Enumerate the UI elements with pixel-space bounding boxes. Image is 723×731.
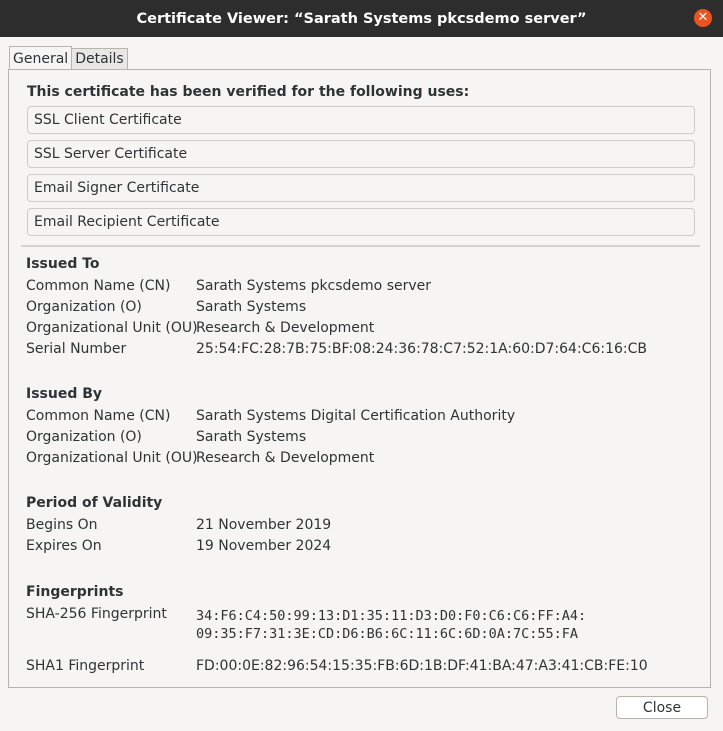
- field-label: Organizational Unit (OU): [26, 320, 198, 336]
- verified-heading: This certificate has been verified for t…: [27, 84, 470, 100]
- field-label: Common Name (CN): [26, 408, 171, 424]
- field-label: SHA1 Fingerprint: [26, 658, 145, 674]
- field-value: 21 November 2019: [196, 517, 332, 533]
- field-label: Expires On: [26, 538, 102, 554]
- sha1-row: SHA1 Fingerprint FD:00:0E:82:96:54:15:35…: [26, 656, 706, 677]
- title-bar: Certificate Viewer: “Sarath Systems pkcs…: [0, 0, 723, 37]
- issued-to-o-row: Organization (O) Sarath Systems: [26, 297, 706, 318]
- fingerprints-heading: Fingerprints: [26, 584, 124, 600]
- serial-number-row: Serial Number 25:54:FC:28:7B:75:BF:08:24…: [26, 339, 706, 360]
- tab-bar: General Details: [9, 46, 128, 70]
- field-label: Begins On: [26, 517, 98, 533]
- field-value: Research & Development: [196, 320, 375, 336]
- use-ssl-server: SSL Server Certificate: [27, 140, 695, 168]
- validity-heading: Period of Validity: [26, 495, 163, 511]
- field-value: Sarath Systems pkcsdemo server: [196, 278, 432, 294]
- use-ssl-client: SSL Client Certificate: [27, 106, 695, 134]
- field-value: 19 November 2024: [196, 538, 332, 554]
- issued-to-heading: Issued To: [26, 256, 100, 272]
- issued-by-heading: Issued By: [26, 386, 103, 402]
- field-label: Organization (O): [26, 299, 142, 315]
- field-value: 25:54:FC:28:7B:75:BF:08:24:36:78:C7:52:1…: [196, 341, 647, 357]
- use-email-recipient: Email Recipient Certificate: [27, 208, 695, 236]
- general-panel: This certificate has been verified for t…: [8, 69, 711, 688]
- field-value: Sarath Systems: [196, 299, 307, 315]
- field-value: Sarath Systems Digital Certification Aut…: [196, 408, 516, 424]
- use-email-signer: Email Signer Certificate: [27, 174, 695, 202]
- field-value: FD:00:0E:82:96:54:15:35:FB:6D:1B:DF:41:B…: [196, 658, 648, 674]
- begins-on-row: Begins On 21 November 2019: [26, 515, 706, 536]
- field-label: Organizational Unit (OU): [26, 450, 198, 466]
- expires-on-row: Expires On 19 November 2024: [26, 536, 706, 557]
- issued-by-o-row: Organization (O) Sarath Systems: [26, 427, 706, 448]
- close-window-icon[interactable]: ✕: [694, 9, 712, 27]
- tab-details[interactable]: Details: [71, 48, 128, 70]
- sha256-line2: 09:35:F7:31:3E:CD:D6:B6:6C:11:6C:6D:0A:7…: [196, 626, 579, 642]
- section-divider: [21, 245, 700, 247]
- issued-by-ou-row: Organizational Unit (OU) Research & Deve…: [26, 448, 706, 469]
- close-button[interactable]: Close: [616, 696, 708, 719]
- field-value: Research & Development: [196, 450, 375, 466]
- field-label: SHA-256 Fingerprint: [26, 606, 167, 622]
- issued-to-cn-row: Common Name (CN) Sarath Systems pkcsdemo…: [26, 276, 706, 297]
- field-label: Organization (O): [26, 429, 142, 445]
- field-label: Serial Number: [26, 341, 127, 357]
- issued-to-ou-row: Organizational Unit (OU) Research & Deve…: [26, 318, 706, 339]
- issued-by-cn-row: Common Name (CN) Sarath Systems Digital …: [26, 406, 706, 427]
- field-value: Sarath Systems: [196, 429, 307, 445]
- window-title: Certificate Viewer: “Sarath Systems pkcs…: [136, 10, 587, 27]
- sha256-line1: 34:F6:C4:50:99:13:D1:35:11:D3:D0:F0:C6:C…: [196, 608, 587, 624]
- field-label: Common Name (CN): [26, 278, 171, 294]
- tab-general[interactable]: General: [9, 46, 73, 70]
